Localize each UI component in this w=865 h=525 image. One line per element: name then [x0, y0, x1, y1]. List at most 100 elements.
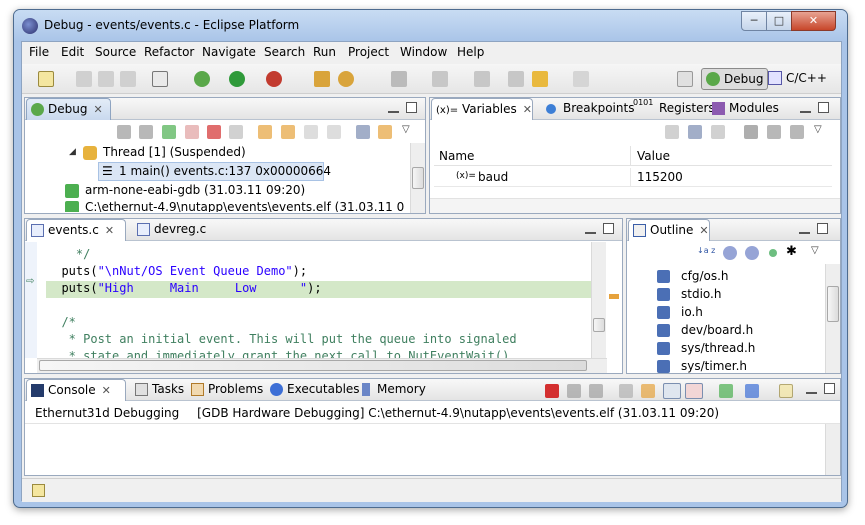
show-on-stderr-icon[interactable]	[685, 383, 703, 399]
tab-devreg-c[interactable]: devreg.c	[133, 219, 206, 241]
hide-nonpublic-icon[interactable]	[769, 249, 777, 257]
remove-terminated-icon[interactable]	[117, 125, 131, 139]
menu-source[interactable]: Source	[95, 45, 136, 59]
menu-refactor[interactable]: Refactor	[144, 45, 194, 59]
use-step-filters-icon[interactable]	[378, 125, 392, 139]
close-tab-icon[interactable]: ✕	[523, 103, 532, 116]
forward-icon[interactable]	[573, 71, 589, 87]
last-edit-icon[interactable]	[508, 71, 524, 87]
disconnect-icon[interactable]	[229, 125, 243, 139]
hide-fields-icon[interactable]	[723, 246, 737, 260]
hide-macros-icon[interactable]: ✱	[786, 244, 797, 259]
list-item[interactable]: sys/timer.h	[657, 359, 807, 373]
close-tab-icon[interactable]: ✕	[105, 224, 114, 237]
maximize-view-icon[interactable]	[406, 102, 417, 113]
tab-memory[interactable]: Memory	[356, 379, 426, 401]
connect-icon[interactable]	[139, 125, 153, 139]
tab-modules[interactable]: Modules	[708, 98, 779, 120]
suspend-icon[interactable]	[185, 125, 199, 139]
save-icon[interactable]	[76, 71, 92, 87]
external-tools-icon[interactable]	[266, 71, 282, 87]
maximize-view-icon[interactable]	[603, 223, 614, 234]
run-icon[interactable]	[229, 71, 245, 87]
minimize-view-icon[interactable]	[800, 109, 811, 113]
open-perspective-icon[interactable]	[677, 71, 693, 87]
tab-breakpoints[interactable]: Breakpoints	[542, 98, 634, 120]
console-scrollbar[interactable]	[825, 424, 840, 475]
pen-icon[interactable]	[391, 71, 407, 87]
tab-variables[interactable]: (x)= Variables ✕	[431, 98, 533, 120]
debug-launch-icon[interactable]	[194, 71, 210, 87]
close-button[interactable]: ✕	[791, 11, 836, 31]
scroll-lock-icon[interactable]	[641, 384, 655, 398]
next-annotation-icon[interactable]	[432, 71, 448, 87]
display-console-icon[interactable]	[745, 384, 759, 398]
code-line[interactable]: */	[47, 247, 90, 261]
view-menu-icon[interactable]: ▽	[811, 245, 819, 256]
add-global-icon[interactable]	[744, 125, 758, 139]
tab-registers[interactable]: 0101 Registers	[630, 98, 715, 120]
minimize-view-icon[interactable]	[388, 109, 399, 113]
close-tab-icon[interactable]: ✕	[699, 224, 708, 237]
print-icon[interactable]	[120, 71, 136, 87]
code-line[interactable]: puts("\nNut/OS Event Queue Demo");	[47, 264, 307, 278]
new-icon[interactable]	[38, 71, 54, 87]
terminate-icon[interactable]	[207, 125, 221, 139]
title-bar[interactable]: Debug - events/events.c - Eclipse Platfo…	[14, 10, 847, 42]
maximize-view-icon[interactable]	[824, 383, 835, 394]
tab-problems[interactable]: Problems	[187, 379, 263, 401]
column-name[interactable]: Name	[439, 149, 474, 163]
minimize-view-icon[interactable]	[585, 230, 596, 234]
menu-navigate[interactable]: Navigate	[202, 45, 256, 59]
resume-icon[interactable]	[162, 125, 176, 139]
debug-scrollbar[interactable]	[410, 143, 425, 213]
open-console-icon[interactable]	[779, 384, 793, 398]
minimize-button[interactable]: ─	[741, 11, 767, 31]
sort-icon[interactable]: ↓a z	[697, 246, 715, 255]
step-return-icon[interactable]	[304, 125, 318, 139]
clear-console-icon[interactable]	[619, 384, 633, 398]
column-value[interactable]: Value	[637, 149, 670, 163]
remove-icon[interactable]	[767, 125, 781, 139]
drop-to-frame-icon[interactable]	[327, 125, 341, 139]
menu-edit[interactable]: Edit	[61, 45, 84, 59]
step-into-icon[interactable]	[258, 125, 272, 139]
code-line[interactable]: /*	[47, 315, 75, 329]
menu-file[interactable]: File	[29, 45, 49, 59]
perspective-cpp[interactable]: C/C++	[764, 68, 831, 90]
occurrence-mark[interactable]	[609, 294, 619, 299]
scroll-thumb[interactable]	[39, 360, 587, 371]
menu-help[interactable]: Help	[457, 45, 484, 59]
tab-executables[interactable]: Executables	[266, 379, 360, 401]
pin-console-icon[interactable]	[719, 384, 733, 398]
view-menu-icon[interactable]: ▽	[814, 124, 822, 135]
scroll-thumb[interactable]	[593, 318, 605, 332]
close-tab-icon[interactable]: ✕	[93, 103, 102, 116]
menu-project[interactable]: Project	[348, 45, 389, 59]
step-over-icon[interactable]	[281, 125, 295, 139]
outline-scrollbar[interactable]	[825, 264, 840, 373]
prev-annotation-icon[interactable]	[474, 71, 490, 87]
search-icon[interactable]	[338, 71, 354, 87]
maximize-view-icon[interactable]	[817, 223, 828, 234]
menu-window[interactable]: Window	[400, 45, 447, 59]
tree-item-elf[interactable]: C:\ethernut-4.9\nutapp\events\events.elf…	[65, 200, 405, 212]
hide-static-icon[interactable]	[745, 246, 759, 260]
maximize-button[interactable]: □	[766, 11, 792, 31]
open-type-icon[interactable]	[314, 71, 330, 87]
close-tab-icon[interactable]: ✕	[102, 384, 111, 397]
scroll-thumb[interactable]	[827, 286, 839, 322]
show-type-names-icon[interactable]	[665, 125, 679, 139]
code-line[interactable]: * Post an initial event. This will put t…	[47, 332, 517, 346]
editor-vscrollbar[interactable]	[591, 242, 606, 358]
code-line-current[interactable]: puts("High Main Low ");	[47, 281, 321, 295]
perspective-debug[interactable]: Debug	[701, 68, 769, 90]
show-on-stdout-icon[interactable]	[663, 383, 681, 399]
tree-item-frame[interactable]: ☰ 1 main() events.c:137 0x00000664	[98, 162, 331, 181]
tab-console[interactable]: Console ✕	[26, 379, 126, 401]
tab-events-c[interactable]: events.c ✕	[26, 219, 126, 241]
scroll-thumb[interactable]	[412, 167, 424, 189]
tab-debug[interactable]: Debug ✕	[26, 98, 111, 120]
save-all-icon[interactable]	[98, 71, 114, 87]
tab-tasks[interactable]: Tasks	[131, 379, 184, 401]
